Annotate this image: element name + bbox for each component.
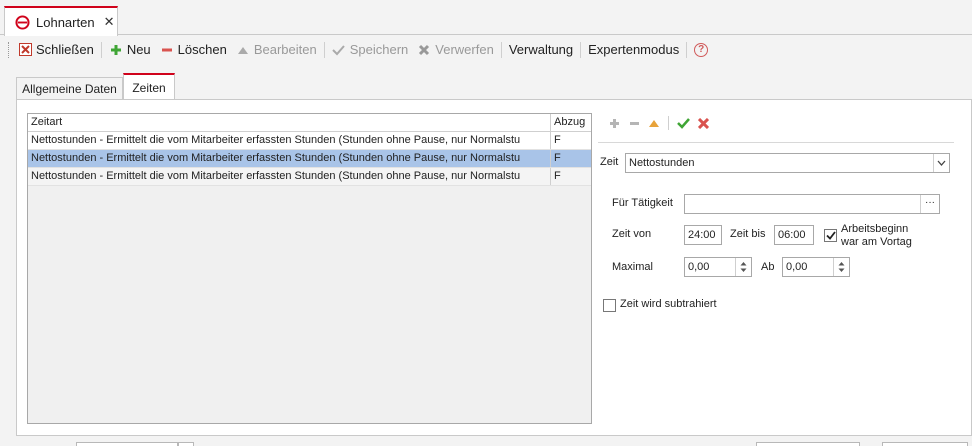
column-header-abzug[interactable]: Abzug [551, 114, 591, 131]
save-button-label: Speichern [349, 42, 409, 57]
spinner-arrows-icon[interactable] [735, 258, 751, 276]
admin-button-label: Verwaltung [508, 42, 574, 57]
column-header-zeitart[interactable]: Zeitart [28, 114, 551, 131]
minus-icon [160, 43, 174, 57]
new-button-label: Neu [126, 42, 151, 57]
confirm-icon[interactable] [673, 114, 693, 132]
triangle-up-icon [236, 43, 250, 57]
tab-lohnarten[interactable]: Lohnarten ✕ [4, 6, 118, 36]
chevron-down-icon[interactable] [933, 154, 949, 172]
toolbar-separator [580, 41, 582, 58]
zeit-bis-input[interactable]: 06:00 [774, 225, 814, 245]
cell-abzug: F [554, 170, 561, 182]
admin-button[interactable]: Verwaltung [509, 40, 573, 60]
bottom-field[interactable] [76, 442, 178, 446]
zeit-von-label: Zeit von [612, 228, 652, 240]
fuer-taetigkeit-field[interactable]: ··· [684, 194, 940, 214]
ab-label: Ab [761, 261, 775, 273]
delete-button[interactable]: Löschen [160, 40, 227, 60]
help-icon: ? [694, 42, 709, 57]
arbeitsbeginn-label-line2: war am Vortag [841, 236, 912, 248]
toolbar-grip [8, 41, 10, 58]
close-tab-icon[interactable]: ✕ [104, 14, 115, 30]
ellipsis-icon[interactable]: ··· [920, 195, 939, 213]
detail-pane: Zeit Nettostunden Für Tätigkeit ··· Zeit… [598, 113, 954, 433]
zeit-von-input[interactable]: 24:00 [684, 225, 722, 245]
toolbar-separator [100, 41, 102, 58]
maximal-label: Maximal [612, 261, 653, 273]
divider [598, 142, 954, 143]
cell-zeitart: Nettostunden - Ermittelt die vom Mitarbe… [28, 168, 551, 185]
maximal-spinner[interactable]: 0,00 [684, 257, 752, 277]
cell-zeitart: Nettostunden - Ermittelt die vom Mitarbe… [28, 150, 551, 167]
arbeitsbeginn-label: Arbeitsbeginn [841, 223, 909, 235]
subtrahiert-label: Zeit wird subtrahiert [620, 298, 717, 310]
toolbar-separator [668, 116, 669, 130]
zeit-combobox-value: Nettostunden [629, 157, 695, 169]
grid-header: Zeitart Abzug [28, 114, 591, 132]
expert-mode-button[interactable]: Expertenmodus [588, 40, 679, 60]
close-box-icon [18, 43, 32, 57]
x-icon [417, 43, 431, 57]
bottom-button[interactable] [882, 442, 968, 446]
expert-mode-button-label: Expertenmodus [588, 42, 680, 57]
maximal-value: 0,00 [688, 261, 710, 273]
detail-toolbar [598, 113, 954, 133]
zeitart-grid: Zeitart Abzug Nettostunden - Ermittelt d… [27, 113, 592, 424]
remove-icon[interactable] [624, 114, 644, 132]
zeit-label: Zeit [600, 156, 619, 168]
cell-abzug: F [554, 134, 561, 146]
close-button[interactable]: Schließen [18, 40, 94, 60]
move-up-icon[interactable] [644, 114, 664, 132]
close-button-label: Schließen [36, 42, 94, 57]
subtrahiert-checkbox[interactable] [603, 299, 616, 312]
app-logo-icon [15, 14, 30, 30]
fuer-taetigkeit-label: Für Tätigkeit [612, 197, 673, 209]
zeit-combobox[interactable]: Nettostunden [625, 153, 950, 173]
save-button[interactable]: Speichern [332, 40, 409, 60]
ab-value: 0,00 [786, 261, 808, 273]
bottom-button[interactable] [756, 442, 860, 446]
plus-icon [109, 43, 123, 57]
table-row[interactable]: Nettostunden - Ermittelt die vom Mitarbe… [28, 168, 591, 186]
tab-allgemeine-daten[interactable]: Allgemeine Daten [16, 77, 123, 100]
delete-button-label: Löschen [177, 42, 227, 57]
spinner-arrows-icon[interactable] [833, 258, 849, 276]
new-button[interactable]: Neu [109, 40, 151, 60]
checkmark-icon [332, 43, 346, 57]
table-row[interactable]: Nettostunden - Ermittelt die vom Mitarbe… [28, 150, 591, 168]
zeit-bis-label: Zeit bis [730, 228, 766, 240]
cell-abzug: F [554, 152, 561, 164]
tab-zeiten[interactable]: Zeiten [123, 73, 175, 100]
table-row[interactable]: Nettostunden - Ermittelt die vom Mitarbe… [28, 132, 591, 150]
edit-button[interactable]: Bearbeiten [236, 40, 317, 60]
discard-button[interactable]: Verwerfen [417, 40, 494, 60]
toolbar-separator [500, 41, 502, 58]
cell-zeitart: Nettostunden - Ermittelt die vom Mitarbe… [28, 132, 551, 149]
add-icon[interactable] [604, 114, 624, 132]
arbeitsbeginn-checkbox[interactable] [824, 229, 837, 242]
discard-button-label: Verwerfen [435, 42, 494, 57]
toolbar-separator [686, 41, 688, 58]
ab-spinner[interactable]: 0,00 [782, 257, 850, 277]
bottom-field-button[interactable] [178, 442, 194, 446]
toolbar-separator [323, 41, 325, 58]
toolbar: Schließen Neu Löschen Bearbeiten Speiche… [0, 36, 972, 63]
cancel-icon[interactable] [693, 114, 713, 132]
tab-title: Lohnarten [36, 14, 95, 30]
help-button[interactable]: ? [694, 40, 709, 60]
document-tab-bar: Lohnarten ✕ [0, 0, 972, 36]
edit-button-label: Bearbeiten [253, 42, 317, 57]
